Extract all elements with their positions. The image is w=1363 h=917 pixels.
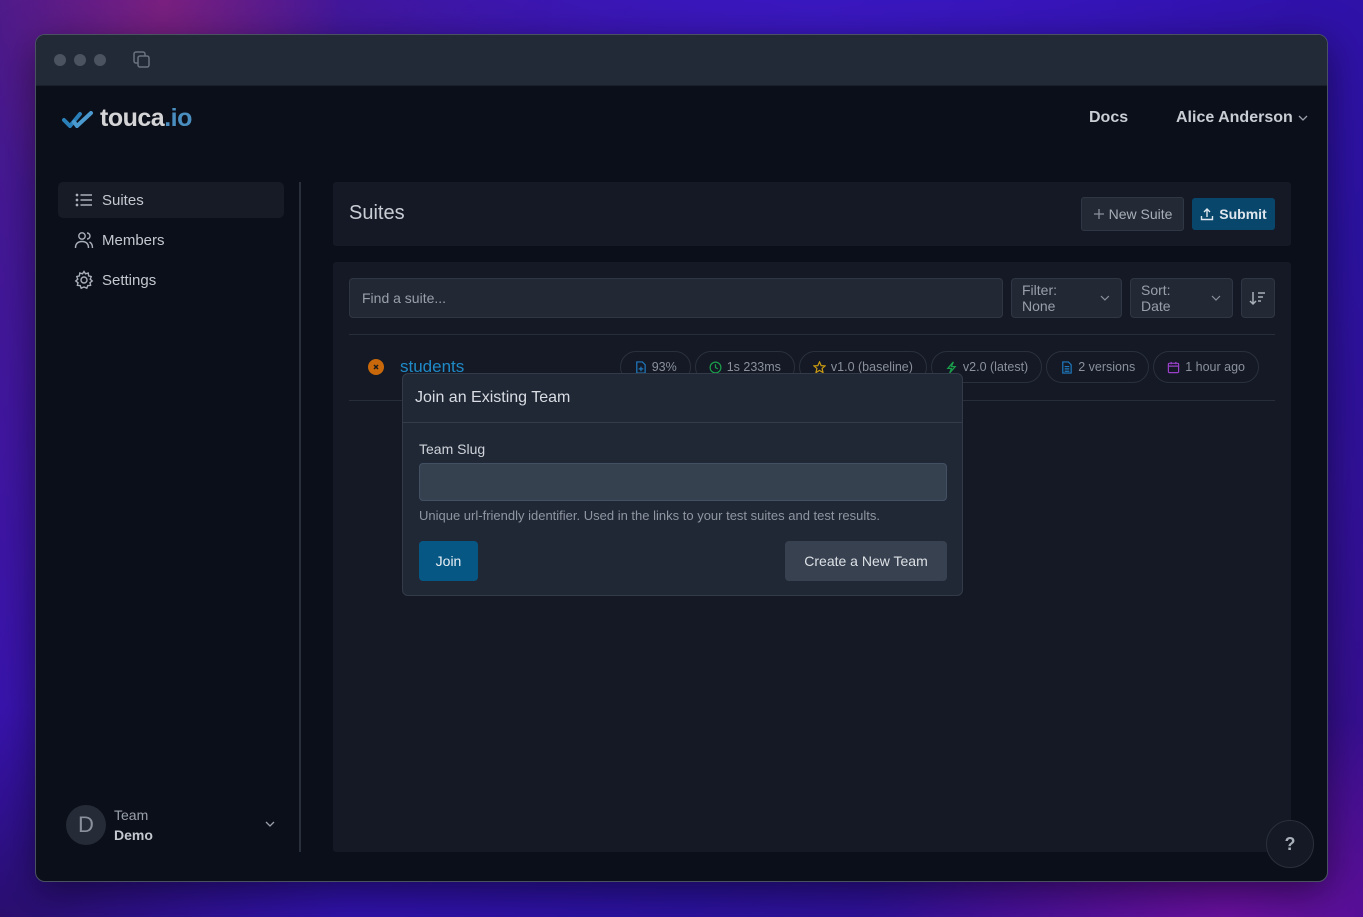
team-switcher[interactable]: D Team Demo bbox=[66, 803, 281, 847]
help-button[interactable]: ? bbox=[1266, 820, 1314, 868]
users-icon bbox=[74, 232, 94, 249]
user-name: Alice Anderson bbox=[1176, 109, 1293, 126]
maximize-window-button[interactable] bbox=[94, 54, 106, 66]
title-bar bbox=[36, 35, 1327, 86]
calendar-icon bbox=[1168, 361, 1180, 373]
star-icon bbox=[812, 360, 826, 374]
sort-dropdown[interactable]: Sort: Date bbox=[1130, 278, 1233, 318]
top-navbar: touca.io Docs Alice Anderson bbox=[36, 86, 1327, 152]
minimize-window-button[interactable] bbox=[74, 54, 86, 66]
chevron-down-icon bbox=[1211, 295, 1221, 301]
team-name: Demo bbox=[114, 827, 153, 843]
close-window-button[interactable] bbox=[54, 54, 66, 66]
page-header: Suites New Suite Submit bbox=[333, 182, 1291, 246]
create-team-button[interactable]: Create a New Team bbox=[785, 541, 947, 581]
logo-text: touca.io bbox=[100, 104, 192, 132]
tabs-icon[interactable] bbox=[132, 50, 152, 70]
sidebar-item-label: Suites bbox=[102, 191, 144, 209]
submit-button[interactable]: Submit bbox=[1192, 198, 1275, 230]
updated-badge: 1 hour ago bbox=[1153, 351, 1259, 383]
sidebar-item-suites[interactable]: Suites bbox=[58, 182, 284, 218]
status-failed-icon bbox=[368, 359, 384, 375]
chevron-down-icon bbox=[265, 821, 275, 827]
dialog-divider bbox=[403, 422, 962, 423]
user-menu[interactable]: Alice Anderson bbox=[1176, 109, 1309, 127]
sidebar-item-settings[interactable]: Settings bbox=[58, 262, 284, 298]
document-icon bbox=[1062, 360, 1072, 374]
team-label: Team bbox=[114, 807, 149, 823]
sidebar-item-members[interactable]: Members bbox=[58, 222, 284, 258]
sort-order-button[interactable] bbox=[1241, 278, 1275, 318]
window-controls bbox=[54, 54, 106, 66]
team-slug-input[interactable] bbox=[419, 463, 947, 501]
chevron-down-icon bbox=[1298, 115, 1308, 121]
sidebar: Suites Members Settings bbox=[58, 182, 284, 302]
docs-link[interactable]: Docs bbox=[1089, 109, 1128, 127]
team-slug-help: Unique url-friendly identifier. Used in … bbox=[419, 508, 880, 523]
versions-badge: 2 versions bbox=[1046, 351, 1150, 383]
sidebar-item-label: Settings bbox=[102, 271, 157, 289]
sidebar-divider bbox=[299, 182, 301, 852]
chevron-down-icon bbox=[1100, 295, 1110, 301]
page-title: Suites bbox=[349, 202, 405, 224]
upload-icon bbox=[1201, 208, 1214, 221]
team-avatar: D bbox=[66, 805, 106, 845]
dialog-title: Join an Existing Team bbox=[415, 389, 571, 406]
new-suite-button[interactable]: New Suite bbox=[1081, 197, 1184, 231]
plus-icon bbox=[1093, 209, 1104, 219]
list-icon bbox=[75, 193, 92, 207]
filter-dropdown[interactable]: Filter: None bbox=[1011, 278, 1122, 318]
file-plus-icon bbox=[635, 360, 646, 374]
sort-descending-icon bbox=[1249, 292, 1265, 306]
team-slug-label: Team Slug bbox=[419, 441, 486, 457]
sidebar-item-label: Members bbox=[102, 231, 165, 249]
logo[interactable]: touca.io bbox=[62, 104, 192, 133]
lightning-icon bbox=[946, 361, 957, 373]
gear-icon bbox=[74, 270, 94, 290]
app-window: touca.io Docs Alice Anderson Suites Memb… bbox=[35, 34, 1328, 882]
suite-search-input[interactable] bbox=[349, 278, 1003, 318]
join-button[interactable]: Join bbox=[419, 541, 478, 581]
clock-icon bbox=[709, 361, 722, 373]
logo-check-icon bbox=[62, 110, 93, 128]
join-team-dialog: Join an Existing Team Team Slug Unique u… bbox=[402, 373, 963, 596]
